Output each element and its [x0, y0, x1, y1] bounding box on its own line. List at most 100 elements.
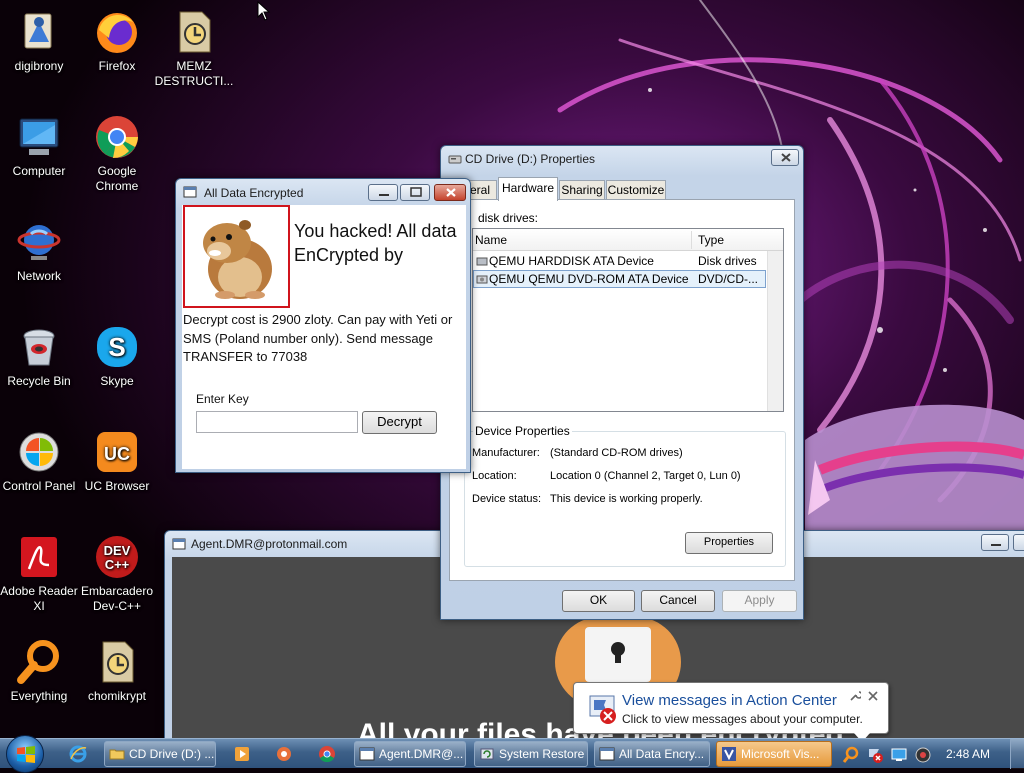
maximize-button[interactable]: [1013, 534, 1024, 551]
folder-icon: [109, 749, 125, 760]
taskbar-media-button[interactable]: [224, 741, 260, 767]
vertical-scrollbar[interactable]: [767, 251, 783, 411]
volume-tray-icon[interactable]: [914, 746, 932, 764]
desktop-icon-devcpp[interactable]: DEV C++ Embarcadero Dev-C++: [77, 533, 157, 614]
taskbar-ie-button[interactable]: [60, 741, 96, 767]
desktop-icon-label: Network: [16, 269, 61, 283]
desktop-icon-uc-browser[interactable]: UC UC Browser: [77, 428, 157, 494]
control-panel-icon: [19, 432, 59, 472]
taskbar-item-label: CD Drive (D:) ...: [129, 747, 215, 761]
ransom-window[interactable]: All Data Encrypted You hacked! All data …: [175, 178, 471, 473]
dvd-drive-icon: [476, 275, 488, 284]
desktop-icon-chomikrypt[interactable]: chomikrypt: [77, 638, 157, 704]
key-input[interactable]: [196, 411, 358, 433]
close-icon[interactable]: [867, 690, 879, 702]
start-button[interactable]: [6, 735, 44, 773]
action-center-tray-icon[interactable]: [866, 746, 884, 764]
wrench-icon[interactable]: [849, 690, 861, 702]
popup-title[interactable]: View messages in Action Center: [622, 692, 837, 709]
ransom-window-content: You hacked! All data EnCrypted by ChomIk…: [182, 205, 466, 469]
chrome-icon: [96, 116, 138, 159]
table-row[interactable]: QEMU HARDDISK ATA Device Disk drives: [473, 253, 783, 270]
column-divider[interactable]: [691, 231, 692, 249]
close-icon: [446, 188, 456, 197]
everything-tray-icon[interactable]: [842, 746, 860, 764]
device-name: QEMU QEMU DVD-ROM ATA Device: [489, 272, 689, 286]
tab-label: Sharing: [561, 183, 603, 197]
maximize-icon: [410, 187, 422, 197]
device-properties-button[interactable]: Properties: [685, 532, 773, 554]
network-tray-icon[interactable]: [890, 746, 908, 764]
windows-logo-icon: [17, 746, 35, 763]
desktop-icon-network[interactable]: Network: [0, 218, 79, 284]
cancel-button[interactable]: Cancel: [641, 590, 715, 612]
taskbar-clock[interactable]: 2:48 AM: [946, 747, 990, 761]
cd-drive-icon: [448, 155, 462, 164]
visio-icon: [722, 747, 736, 761]
taskbar-devcpp-button[interactable]: [266, 741, 302, 767]
window-icon: [183, 186, 197, 198]
desktop-icon-label: Recycle Bin: [7, 374, 71, 388]
decrypt-button[interactable]: Decrypt: [362, 411, 437, 434]
window-icon: [599, 747, 615, 761]
desktop-icon-adobe-reader[interactable]: Adobe Reader XI: [0, 533, 79, 614]
apply-button[interactable]: Apply: [722, 590, 797, 612]
device-properties-group: Device Properties Manufacturer: (Standar…: [464, 424, 786, 567]
taskbar-item-cd-drive[interactable]: CD Drive (D:) ...: [104, 741, 216, 767]
ransom-window-titlebar[interactable]: All Data Encrypted: [176, 179, 470, 205]
desktop-icon-everything[interactable]: Everything: [0, 638, 79, 704]
minimize-button[interactable]: [368, 184, 398, 201]
column-header-name[interactable]: Name: [475, 233, 507, 247]
tab-customize[interactable]: Customize: [606, 180, 666, 199]
device-status-label: Device status:: [472, 493, 542, 505]
desktop-icon-digibrony[interactable]: digibrony: [0, 8, 79, 74]
desktop-icon-label: UC Browser: [84, 479, 150, 493]
manufacturer-label: Manufacturer:: [472, 447, 540, 459]
skype-icon: S: [97, 327, 137, 367]
adobe-reader-icon: [21, 537, 57, 577]
close-button[interactable]: [771, 149, 799, 166]
desktop-icon-label: Control Panel: [2, 479, 76, 493]
taskbar-chrome-button[interactable]: [309, 741, 345, 767]
taskbar-item-label: Microsoft Vis...: [741, 747, 820, 761]
close-button[interactable]: [434, 184, 466, 201]
list-header: Name Type: [473, 229, 783, 251]
action-center-popup[interactable]: View messages in Action Center Click to …: [573, 682, 889, 742]
enter-key-label: Enter Key: [196, 392, 249, 406]
tab-hardware[interactable]: Hardware: [498, 177, 558, 201]
desktop-icon-firefox[interactable]: Firefox: [77, 8, 157, 74]
desktop-icon-label: Everything: [10, 689, 68, 703]
taskbar-item-label: System Restore: [499, 747, 585, 761]
desktop-icon-chrome[interactable]: Google Chrome: [77, 113, 157, 194]
desktop-icon-memz[interactable]: MEMZ DESTRUCTI...: [154, 8, 234, 89]
maximize-button[interactable]: [400, 184, 430, 201]
desktop-icon-label: MEMZ DESTRUCTI...: [154, 59, 234, 88]
chrome-icon: [319, 746, 335, 763]
properties-window-titlebar[interactable]: CD Drive (D:) Properties: [441, 146, 803, 172]
device-list[interactable]: Name Type QEMU HARDDISK ATA Device Disk …: [472, 228, 784, 412]
device-status-value: This device is working properly.: [550, 493, 703, 505]
device-type: Disk drives: [698, 254, 757, 268]
desktop-icon-computer[interactable]: Computer: [0, 113, 79, 179]
desktop-icon-control-panel[interactable]: Control Panel: [0, 428, 79, 494]
ransom-headline: You hacked! All data EnCrypted by ChomIk: [294, 221, 457, 271]
taskbar-item-agent[interactable]: Agent.DMR@...: [354, 741, 466, 767]
tab-general[interactable]: eral: [469, 180, 497, 199]
ok-button[interactable]: OK: [562, 590, 635, 612]
minimize-button[interactable]: [981, 534, 1009, 551]
column-header-type[interactable]: Type: [698, 233, 724, 247]
taskbar-item-microsoft-visio[interactable]: Microsoft Vis...: [716, 741, 832, 767]
properties-window-title: CD Drive (D:) Properties: [465, 152, 596, 166]
desktop-icon-skype[interactable]: S Skype: [77, 323, 157, 389]
taskbar-item-system-restore[interactable]: System Restore: [474, 741, 588, 767]
properties-window[interactable]: CD Drive (D:) Properties eral Hardware S…: [440, 145, 804, 620]
desktop-icon-recycle-bin[interactable]: Recycle Bin: [0, 323, 79, 389]
taskbar: CD Drive (D:) ... Agent.DMR@... System R…: [0, 735, 1024, 773]
show-desktop-button[interactable]: [1010, 739, 1024, 769]
taskbar-item-all-data-encrypted[interactable]: All Data Encry...: [594, 741, 710, 767]
desktop-icon-label: Computer: [12, 164, 66, 178]
table-row-selected[interactable]: QEMU QEMU DVD-ROM ATA Device DVD/CD-...: [473, 270, 766, 288]
system-restore-icon: [480, 748, 494, 760]
tab-sharing[interactable]: Sharing: [559, 180, 605, 199]
devcpp-icon: DEV C++: [96, 536, 138, 578]
